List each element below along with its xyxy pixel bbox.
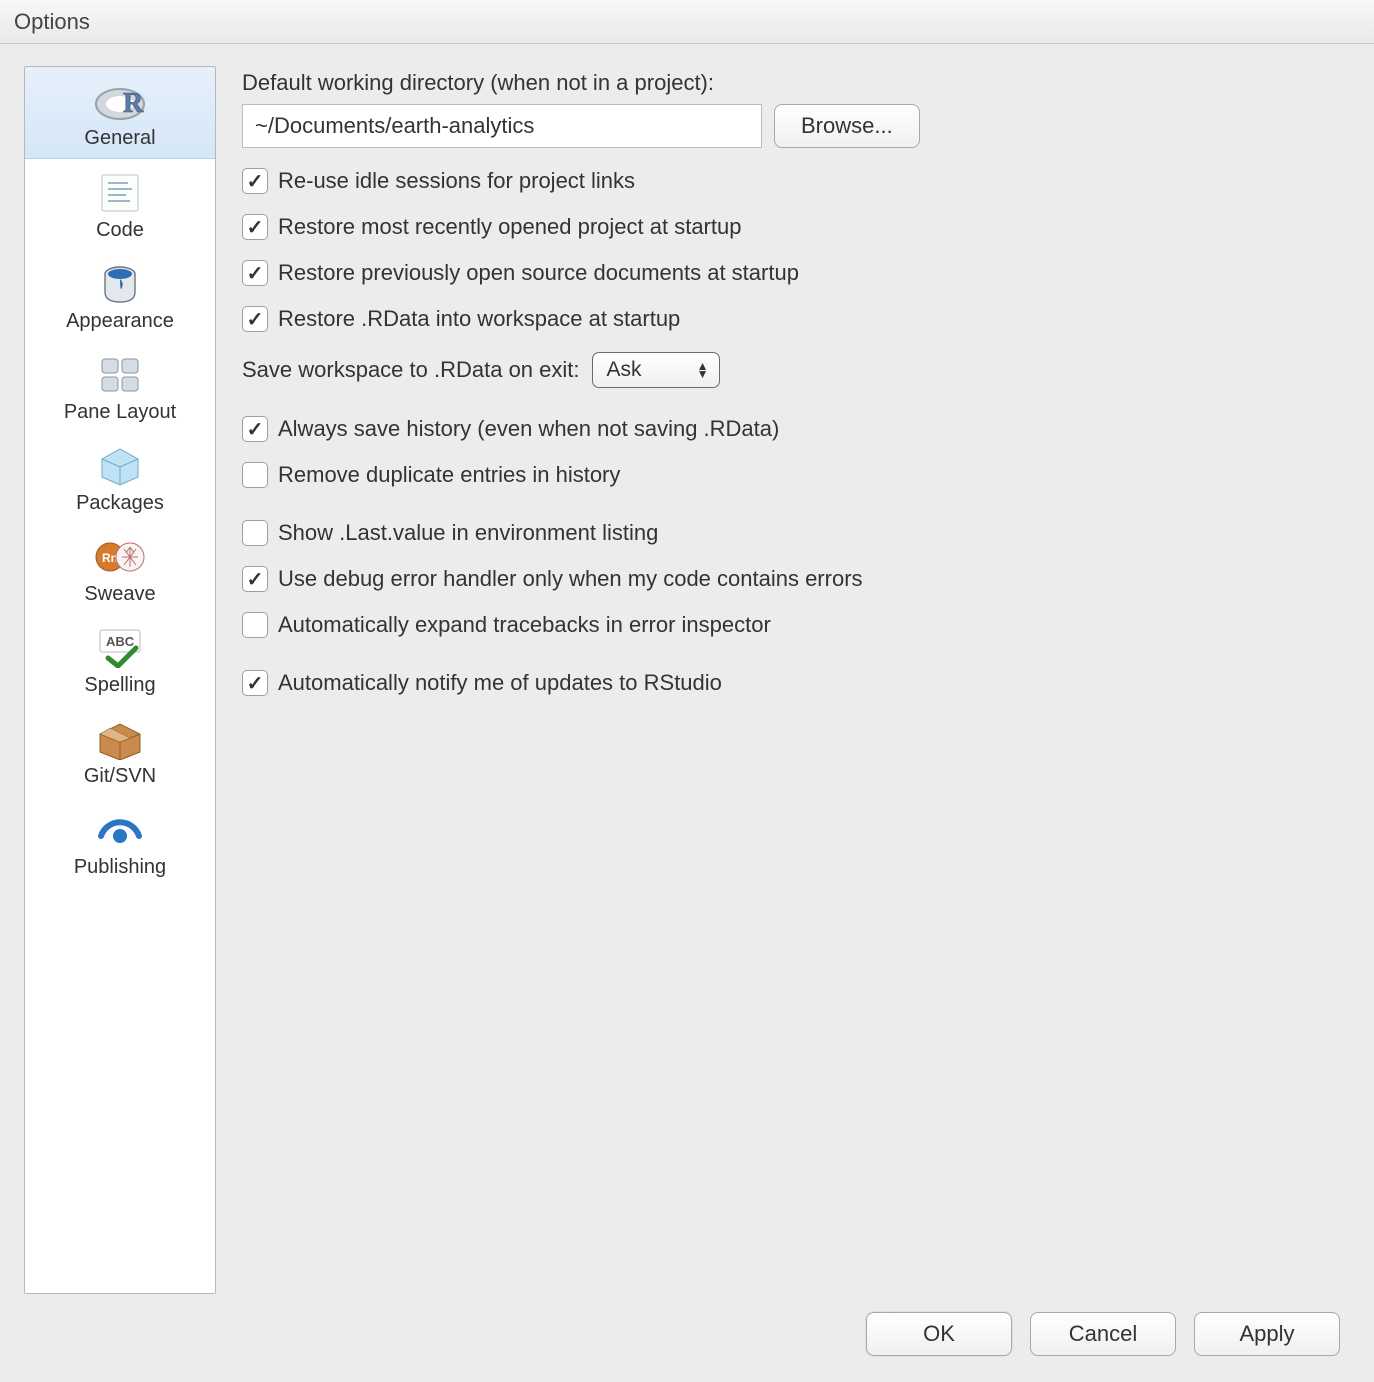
- checkbox-show-last[interactable]: [242, 520, 268, 546]
- checkbox-label: Always save history (even when not savin…: [278, 416, 779, 442]
- titlebar: Options: [0, 0, 1374, 44]
- checkbox-notify-updates[interactable]: [242, 670, 268, 696]
- checkbox-label: Remove duplicate entries in history: [278, 462, 620, 488]
- checkbox-debug-handler[interactable]: [242, 566, 268, 592]
- save-ws-label: Save workspace to .RData on exit:: [242, 357, 580, 383]
- checkbox-label: Restore most recently opened project at …: [278, 214, 741, 240]
- checkbox-auto-traceback[interactable]: [242, 612, 268, 638]
- sidebar-item-label: Code: [96, 219, 144, 242]
- sidebar-item-label: Sweave: [84, 583, 155, 606]
- ok-button[interactable]: OK: [866, 1312, 1012, 1356]
- save-ws-select[interactable]: Ask ▲▼: [592, 352, 720, 388]
- sidebar-item-label: Publishing: [74, 856, 166, 879]
- main-panel: Default working directory (when not in a…: [242, 66, 1350, 1294]
- dialog-body: R General Code: [0, 44, 1374, 1294]
- checkbox-label: Restore previously open source documents…: [278, 260, 799, 286]
- cancel-button[interactable]: Cancel: [1030, 1312, 1176, 1356]
- window-title: Options: [14, 9, 90, 35]
- checkbox-label: Restore .RData into workspace at startup: [278, 306, 680, 332]
- sidebar-item-label: Pane Layout: [64, 401, 176, 424]
- checkbox-restore-rdata[interactable]: [242, 306, 268, 332]
- publish-icon: [92, 806, 148, 854]
- sidebar-item-code[interactable]: Code: [25, 159, 215, 250]
- checkbox-label: Show .Last.value in environment listing: [278, 520, 658, 546]
- code-icon: [92, 169, 148, 217]
- sidebar-item-publishing[interactable]: Publishing: [25, 796, 215, 887]
- apply-button[interactable]: Apply: [1194, 1312, 1340, 1356]
- svg-text:ABC: ABC: [106, 634, 135, 649]
- checkbox-label: Use debug error handler only when my cod…: [278, 566, 863, 592]
- sweave-icon: Rnw: [92, 533, 148, 581]
- dialog-footer: OK Cancel Apply: [866, 1312, 1340, 1356]
- checkbox-remove-dup[interactable]: [242, 462, 268, 488]
- svg-text:R: R: [123, 88, 144, 119]
- sidebar-item-pane-layout[interactable]: Pane Layout: [25, 341, 215, 432]
- wd-label: Default working directory (when not in a…: [242, 70, 1330, 96]
- checkbox-label: Automatically notify me of updates to RS…: [278, 670, 722, 696]
- spellcheck-icon: ABC: [92, 624, 148, 672]
- checkbox-restore-docs[interactable]: [242, 260, 268, 286]
- checkbox-label: Re-use idle sessions for project links: [278, 168, 635, 194]
- sidebar-item-git-svn[interactable]: Git/SVN: [25, 705, 215, 796]
- select-value: Ask: [607, 358, 642, 382]
- sidebar-item-label: Appearance: [66, 310, 174, 333]
- checkbox-save-history[interactable]: [242, 416, 268, 442]
- paint-bucket-icon: [92, 260, 148, 308]
- r-icon: R: [92, 77, 148, 125]
- sidebar-item-appearance[interactable]: Appearance: [25, 250, 215, 341]
- updown-icon: ▲▼: [697, 362, 709, 378]
- sidebar-item-label: Spelling: [84, 674, 155, 697]
- sidebar: R General Code: [24, 66, 216, 1294]
- browse-button[interactable]: Browse...: [774, 104, 920, 148]
- sidebar-item-label: Packages: [76, 492, 164, 515]
- sidebar-item-label: General: [84, 127, 155, 150]
- sidebar-item-packages[interactable]: Packages: [25, 432, 215, 523]
- checkbox-reuse-idle[interactable]: [242, 168, 268, 194]
- panes-icon: [92, 351, 148, 399]
- checkbox-restore-project[interactable]: [242, 214, 268, 240]
- sidebar-item-spelling[interactable]: ABC Spelling: [25, 614, 215, 705]
- wd-input[interactable]: [242, 104, 762, 148]
- sidebar-item-sweave[interactable]: Rnw Sweave: [25, 523, 215, 614]
- box-icon: [92, 715, 148, 763]
- package-icon: [92, 442, 148, 490]
- sidebar-item-general[interactable]: R General: [25, 67, 215, 159]
- checkbox-label: Automatically expand tracebacks in error…: [278, 612, 771, 638]
- sidebar-item-label: Git/SVN: [84, 765, 156, 788]
